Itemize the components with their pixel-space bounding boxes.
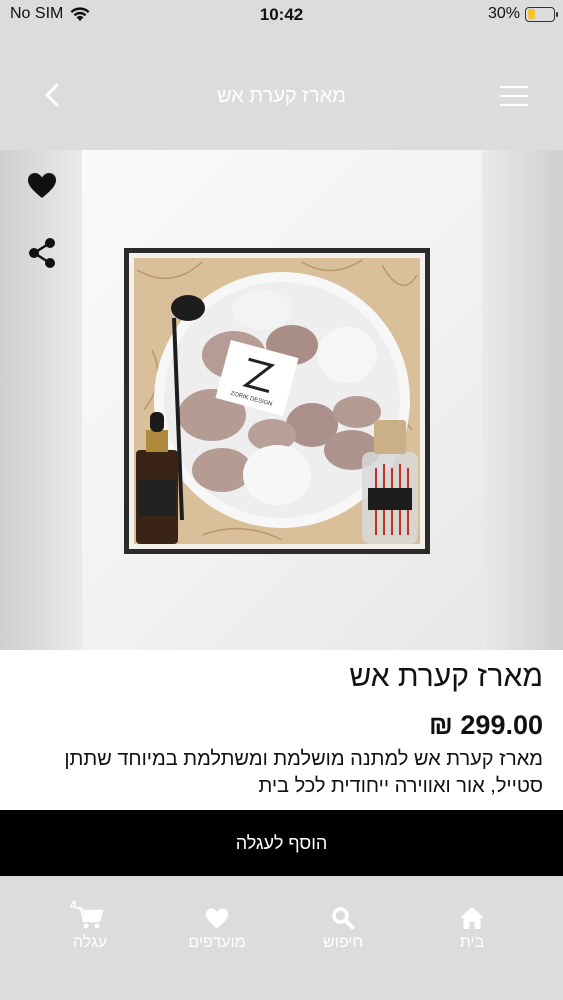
page-title: מארז קערת אש [216,85,347,107]
tab-cart-label: עגלה [72,934,108,951]
nav-bar: מארז קערת אש [0,30,563,150]
tab-favorites[interactable]: מועדפים [172,906,262,952]
share-icon[interactable] [26,236,58,270]
status-bar: No SIM 10:42 30% [0,0,563,30]
status-time: 10:42 [259,5,304,24]
product-description: מארז קערת אש למתנה מושלמת ומשתלמת במיוחד… [64,748,543,797]
tab-search[interactable]: חיפוש [298,906,388,952]
battery-icon [525,6,558,22]
heart-icon[interactable] [26,170,58,202]
search-icon [332,907,355,930]
menu-line [500,86,528,88]
status-right: 30% [487,5,558,23]
product-title: מארז קערת אש [349,660,543,693]
menu-line [500,104,528,106]
add-to-cart-label: הוסף לעגלה [235,832,328,853]
cart-count-badge: 4 [70,898,77,912]
add-to-cart-button[interactable]: הוסף לעגלה [0,810,563,876]
tab-bar: בית חיפוש מועדפים 4 עגלה [0,876,563,1000]
tab-home[interactable]: בית [427,906,517,952]
tab-cart[interactable]: 4 עגלה [45,898,135,952]
tab-favorites-label: מועדפים [188,934,246,951]
product-image-area: ZORIK DESIGN [0,150,563,650]
battery-percent: 30% [487,5,520,22]
battery-level-fill [527,9,535,19]
cart-icon [77,906,104,929]
product-details: מארז קערת אש 299.00 ₪ מארז קערת אש למתנה… [0,650,563,810]
tab-search-label: חיפוש [323,934,363,951]
home-icon [460,907,484,929]
product-price: 299.00 ₪ [429,710,543,740]
product-image[interactable]: ZORIK DESIGN [82,150,482,650]
heart-icon [205,908,229,929]
tab-home-label: בית [459,934,485,951]
product-photo-illustration: ZORIK DESIGN [124,248,430,554]
menu-line [500,95,528,97]
hamburger-menu-icon[interactable] [500,86,528,106]
